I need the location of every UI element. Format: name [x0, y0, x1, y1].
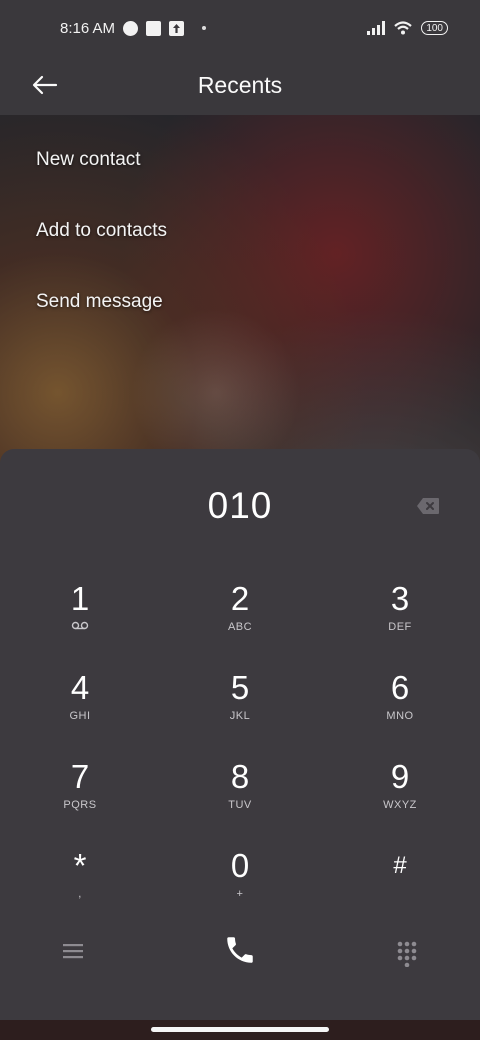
data-saver-icon [123, 20, 139, 36]
key-digit: 0 [230, 847, 250, 884]
battery-level: 100 [426, 22, 443, 34]
backspace-icon[interactable] [416, 497, 440, 515]
notification-square-icon [146, 20, 162, 36]
page-title: Recents [197, 72, 283, 98]
key-digit: 5 [230, 669, 250, 706]
key-digit: 7 [70, 758, 90, 795]
dial-key-8[interactable]: 8 TUV [185, 759, 295, 839]
dial-key-2[interactable]: 2 ABC [185, 581, 295, 661]
key-letters: + [236, 888, 244, 900]
dialpad-panel: 010 1 2 ABC 3 DEF 4 GHI 5 JKL 6 MNO 7 PQ… [0, 449, 480, 1020]
key-digit: # [393, 852, 407, 879]
dial-key-0[interactable]: 0 + [185, 848, 295, 928]
add-to-contacts-action[interactable]: Add to contacts [36, 220, 167, 242]
signal-icon [367, 21, 386, 35]
key-letters: WXYZ [383, 799, 417, 811]
more-notifications-dot [202, 26, 207, 30]
key-digit: * [73, 847, 87, 884]
dial-key-6[interactable]: 6 MNO [345, 670, 455, 750]
battery-icon: 100 [421, 21, 448, 35]
dial-key-4[interactable]: 4 GHI [25, 670, 135, 750]
key-letters: ABC [227, 621, 253, 633]
app-bar: Recents [0, 56, 480, 115]
status-time: 8:16 AM [60, 19, 116, 37]
key-letters: MNO [386, 710, 414, 722]
dial-key-hash[interactable]: # [345, 848, 455, 928]
key-letters: JKL [229, 710, 251, 722]
key-digit: 2 [230, 580, 250, 617]
arrow-left-icon [32, 75, 58, 95]
voicemail-icon [25, 621, 135, 633]
key-digit: 6 [390, 669, 410, 706]
key-letters: PQRS [63, 799, 97, 811]
dial-key-3[interactable]: 3 DEF [345, 581, 455, 661]
dial-key-1[interactable]: 1 [25, 581, 135, 661]
home-indicator[interactable] [151, 1027, 329, 1032]
key-letters: , [78, 888, 82, 900]
key-digit: 3 [390, 580, 410, 617]
key-digit: 4 [70, 669, 90, 706]
key-letters: GHI [69, 710, 91, 722]
key-digit: 8 [230, 758, 250, 795]
dial-key-9[interactable]: 9 WXYZ [345, 759, 455, 839]
send-message-action[interactable]: Send message [36, 291, 163, 313]
key-letters: TUV [228, 799, 252, 811]
menu-icon[interactable] [63, 943, 83, 959]
dial-key-5[interactable]: 5 JKL [185, 670, 295, 750]
dial-key-star[interactable]: * , [25, 848, 135, 928]
dialer-bottom-bar [0, 927, 480, 987]
back-button[interactable] [28, 68, 62, 102]
dialpad-toggle-icon[interactable] [397, 941, 417, 967]
key-digit: 1 [70, 580, 90, 617]
key-digit: 9 [390, 758, 410, 795]
upload-icon [169, 20, 185, 36]
key-letters: DEF [388, 621, 412, 633]
new-contact-action[interactable]: New contact [36, 149, 141, 171]
status-bar: 8:16 AM 100 [0, 0, 480, 56]
wifi-icon [394, 21, 413, 35]
dial-key-7[interactable]: 7 PQRS [25, 759, 135, 839]
call-button[interactable] [223, 933, 257, 967]
dialed-number: 010 [207, 485, 273, 526]
